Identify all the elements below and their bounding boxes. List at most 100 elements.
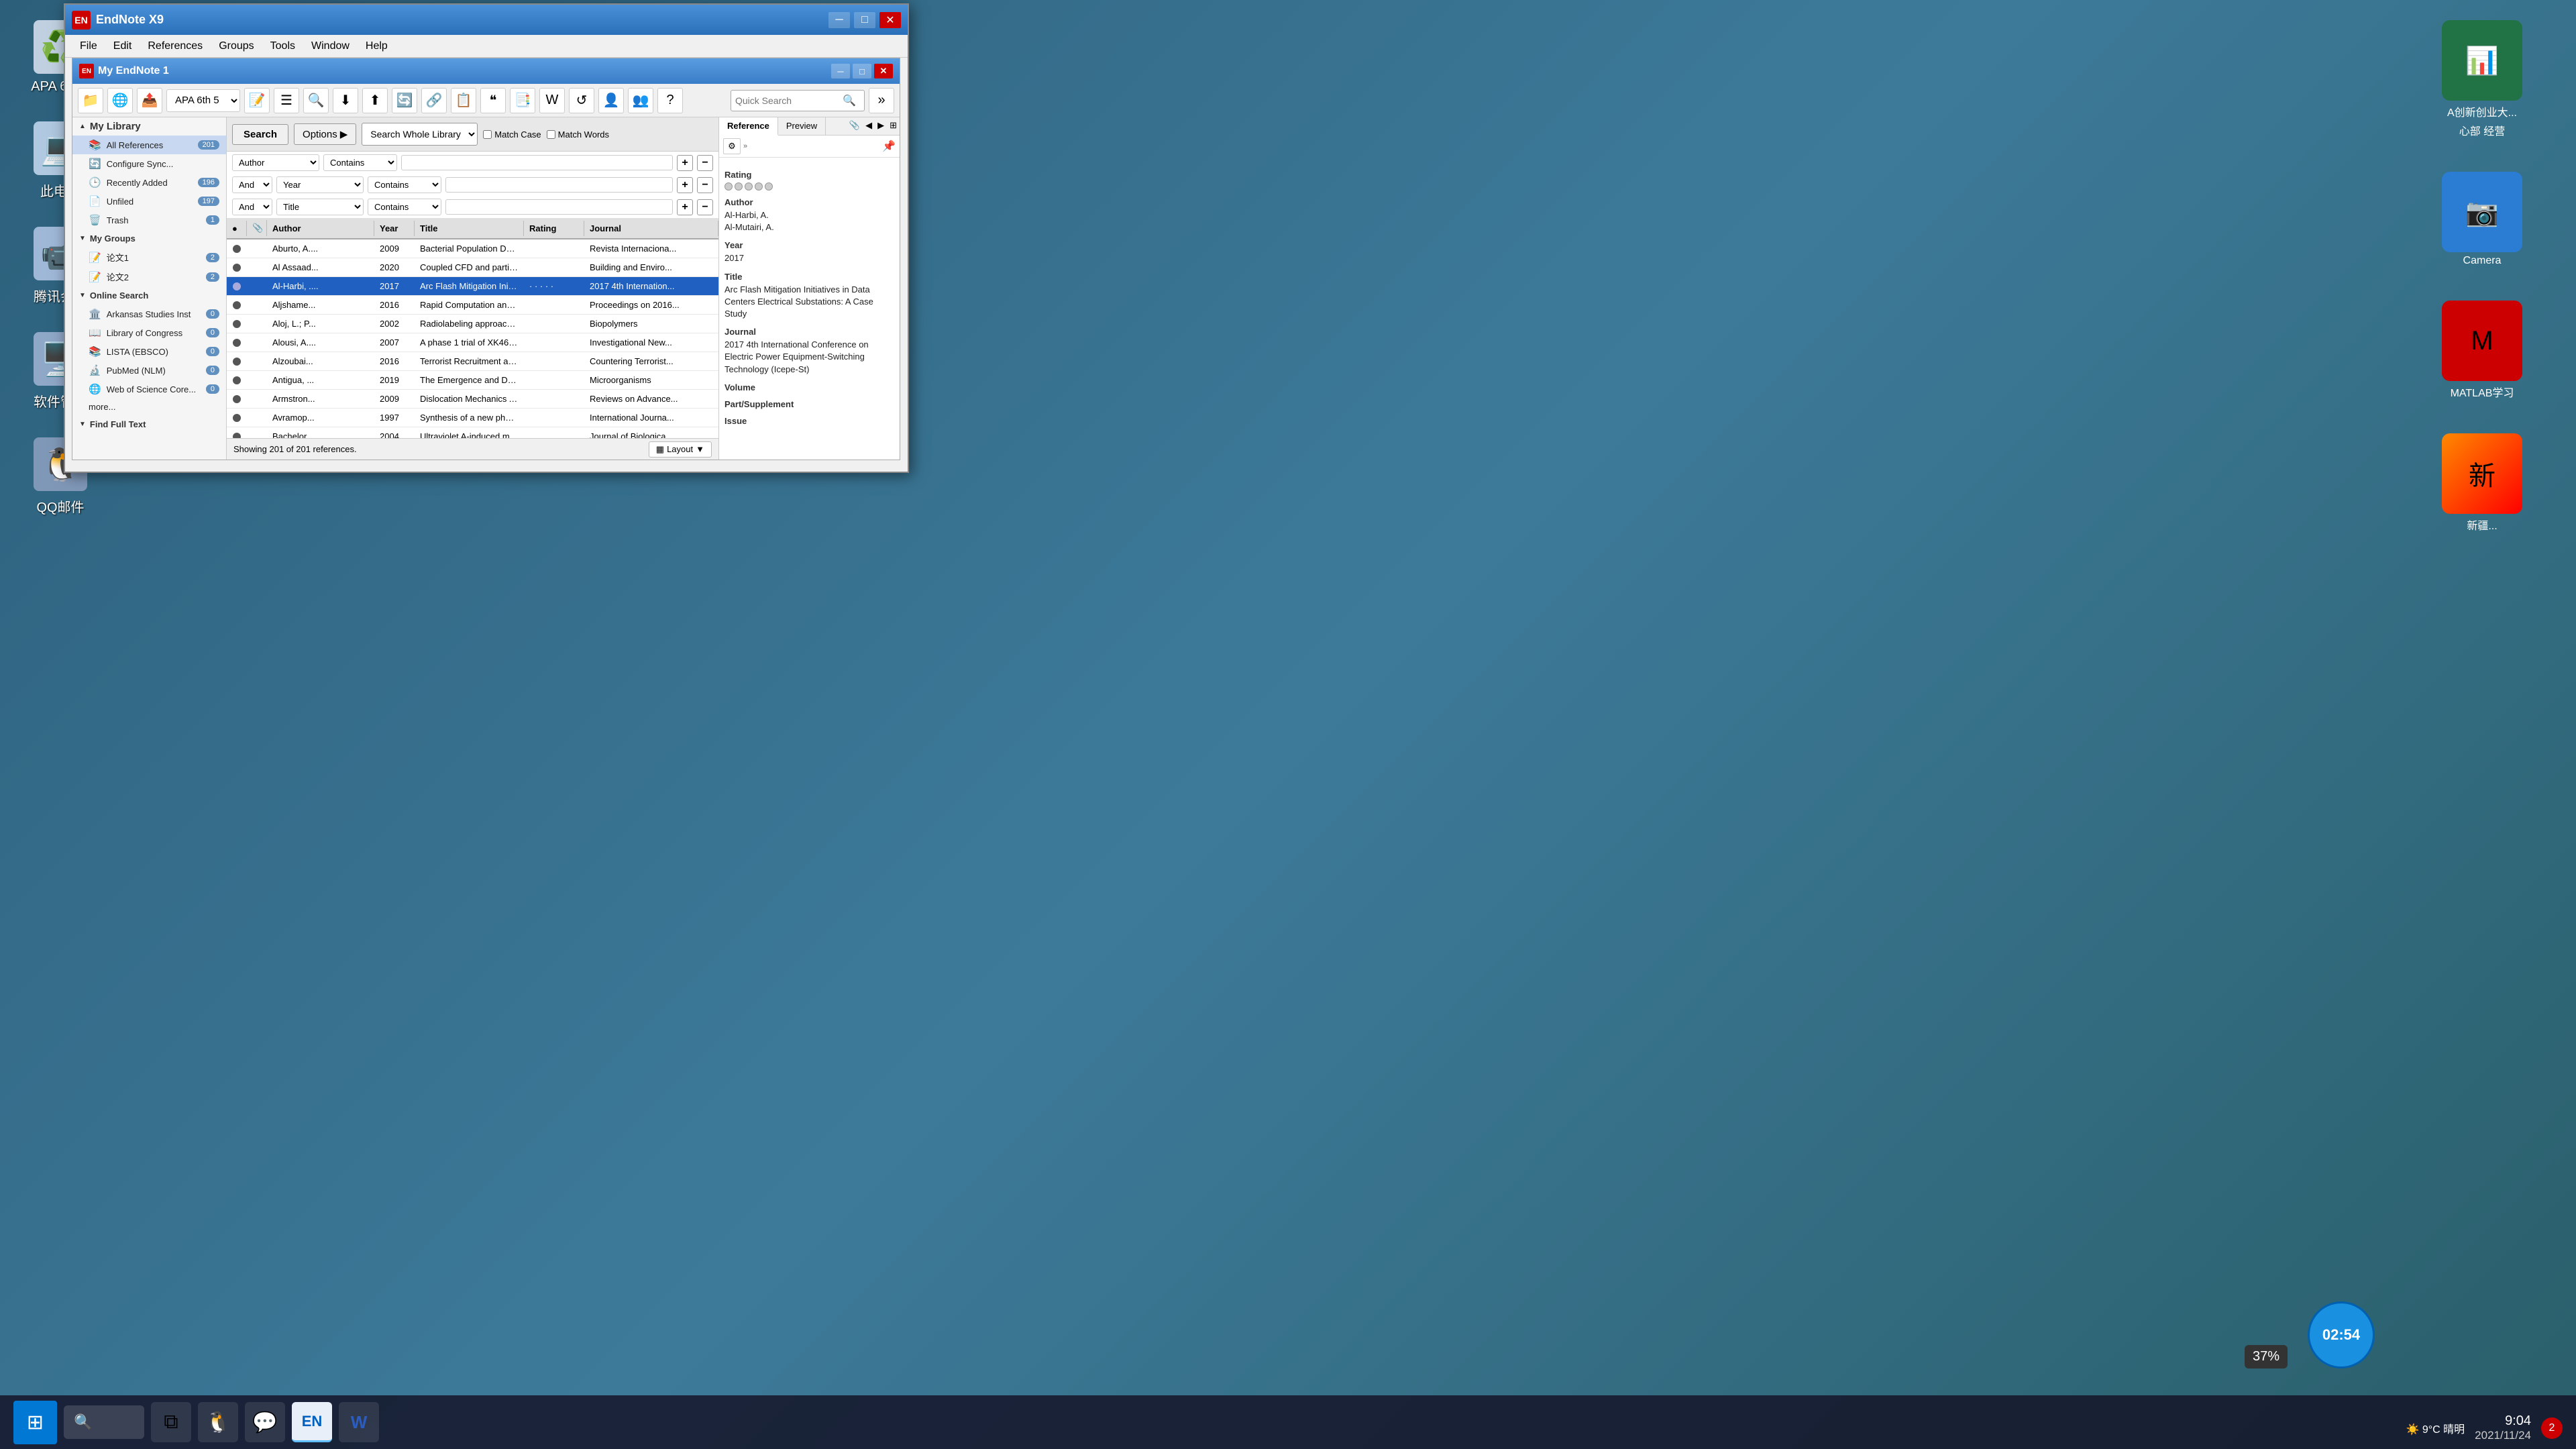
search-bool-2[interactable]: And <box>232 176 272 193</box>
table-row[interactable]: Armstron... 2009 Dislocation Mechanics A… <box>227 390 718 409</box>
toolbar-refresh[interactable]: 🔄 <box>392 88 417 113</box>
menu-edit[interactable]: Edit <box>105 38 140 55</box>
style-dropdown[interactable]: APA 6th 5 <box>166 89 240 112</box>
table-row[interactable]: Antigua, ... 2019 The Emergence and Dece… <box>227 371 718 390</box>
search-op-3[interactable]: Contains <box>368 199 441 215</box>
right-panel-nav-right[interactable]: ▶ <box>875 117 887 135</box>
taskbar-qq[interactable]: 🐧 <box>198 1402 238 1442</box>
my-groups-section[interactable]: ▼ My Groups <box>72 229 226 248</box>
find-full-text-section[interactable]: ▼ Find Full Text <box>72 415 226 433</box>
toolbar-online[interactable]: 🌐 <box>107 88 133 113</box>
search-button[interactable]: Search <box>232 124 288 145</box>
minimize-button[interactable]: ─ <box>828 12 850 28</box>
tab-reference[interactable]: Reference <box>719 117 778 136</box>
matlab-icon[interactable]: M <box>2442 301 2522 381</box>
table-row[interactable]: Aloj, L.; P... 2002 Radiolabeling approa… <box>227 315 718 333</box>
table-row[interactable]: Al Assaad... 2020 Coupled CFD and partic… <box>227 258 718 277</box>
col-header-dot[interactable]: ● <box>227 221 247 236</box>
taskbar-taskview[interactable]: ⧉ <box>151 1402 191 1442</box>
col-header-rating[interactable]: Rating <box>524 221 584 236</box>
table-row[interactable]: Alousi, A.... 2007 A phase 1 trial of XK… <box>227 333 718 352</box>
rp-toolbar-settings[interactable]: ⚙ <box>723 138 741 154</box>
sidebar-item-arkansas[interactable]: 🏛️ Arkansas Studies Inst 0 <box>72 305 226 323</box>
sidebar-item-trash[interactable]: 🗑️ Trash 1 <box>72 211 226 229</box>
toolbar-list[interactable]: ☰ <box>274 88 299 113</box>
search-value-1[interactable] <box>401 155 673 170</box>
search-add-3[interactable]: + <box>677 199 693 215</box>
toolbar-help[interactable]: ? <box>657 88 683 113</box>
quick-search-input[interactable] <box>735 95 843 106</box>
notification-badge[interactable]: 2 <box>2541 1417 2563 1439</box>
col-header-journal[interactable]: Journal <box>584 221 718 236</box>
menu-window[interactable]: Window <box>303 38 358 55</box>
menu-tools[interactable]: Tools <box>262 38 303 55</box>
toolbar-search[interactable]: 🔍 <box>303 88 329 113</box>
online-search-section[interactable]: ▼ Online Search <box>72 286 226 305</box>
taskbar-word[interactable]: W <box>339 1402 379 1442</box>
inner-minimize[interactable]: ─ <box>831 64 850 78</box>
rp-toolbar-expand[interactable]: » <box>743 142 747 150</box>
toolbar-upload[interactable]: ⬆ <box>362 88 388 113</box>
toolbar-link[interactable]: 🔗 <box>421 88 447 113</box>
toolbar-user[interactable]: 👤 <box>598 88 624 113</box>
sidebar-item-recently-added[interactable]: 🕒 Recently Added 196 <box>72 173 226 192</box>
toolbar-sync[interactable]: ↺ <box>569 88 594 113</box>
taskbar-endnote[interactable]: EN <box>292 1402 332 1442</box>
search-field-2[interactable]: Year <box>276 176 364 193</box>
toolbar-expand[interactable]: » <box>869 88 894 113</box>
table-row[interactable]: Aburto, A.... 2009 Bacterial Population … <box>227 239 718 258</box>
right-panel-attach-icon[interactable]: 📎 <box>847 117 863 135</box>
toolbar-new-ref[interactable]: 📝 <box>244 88 270 113</box>
sidebar-item-pubmed[interactable]: 🔬 PubMed (NLM) 0 <box>72 361 226 380</box>
search-bool-3[interactable]: And <box>232 199 272 215</box>
table-row[interactable]: Bachelor, ... 2004 Ultraviolet A-induced… <box>227 427 718 438</box>
table-row[interactable]: Aljshame... 2016 Rapid Computation and A… <box>227 296 718 315</box>
my-library-section[interactable]: ▲ My Library <box>72 117 226 136</box>
toolbar-folder[interactable]: 📁 <box>78 88 103 113</box>
maximize-button[interactable]: □ <box>854 12 875 28</box>
sidebar-item-loc[interactable]: 📖 Library of Congress 0 <box>72 323 226 342</box>
search-field-1[interactable]: Author <box>232 154 319 171</box>
sidebar-item-lista[interactable]: 📚 LISTA (EBSCO) 0 <box>72 342 226 361</box>
toolbar-user2[interactable]: 👥 <box>628 88 653 113</box>
inner-maximize[interactable]: □ <box>853 64 871 78</box>
close-button[interactable]: ✕ <box>879 12 901 28</box>
col-header-title[interactable]: Title <box>415 221 524 236</box>
search-remove-2[interactable]: − <box>697 177 713 193</box>
taskbar-wechat[interactable]: 💬 <box>245 1402 285 1442</box>
table-row[interactable]: Alzoubai... 2016 Terrorist Recruitment a… <box>227 352 718 371</box>
search-add-1[interactable]: + <box>677 155 693 171</box>
search-op-1[interactable]: Contains <box>323 154 397 171</box>
col-header-year[interactable]: Year <box>374 221 415 236</box>
start-button[interactable]: ⊞ <box>13 1401 57 1444</box>
col-header-author[interactable]: Author <box>267 221 374 236</box>
search-value-3[interactable] <box>445 199 673 215</box>
menu-groups[interactable]: Groups <box>211 38 262 55</box>
sidebar-item-unfiled[interactable]: 📄 Unfiled 197 <box>72 192 226 211</box>
table-row[interactable]: Al-Harbi, .... 2017 Arc Flash Mitigation… <box>227 277 718 296</box>
search-op-2[interactable]: Contains <box>368 176 441 193</box>
sidebar-item-more[interactable]: more... <box>72 398 226 415</box>
match-words-checkbox[interactable] <box>547 130 555 139</box>
search-scope-dropdown[interactable]: Search Whole Library <box>362 123 478 146</box>
toolbar-share[interactable]: 📤 <box>137 88 162 113</box>
menu-help[interactable]: Help <box>358 38 396 55</box>
quick-search-box[interactable]: 🔍 <box>731 90 865 111</box>
camera-icon[interactable]: 📷 <box>2442 172 2522 252</box>
menu-file[interactable]: File <box>72 38 105 55</box>
sidebar-item-group-1[interactable]: 📝 论文1 2 <box>72 248 226 267</box>
toolbar-cite[interactable]: 📑 <box>510 88 535 113</box>
layout-button[interactable]: ▦ Layout ▼ <box>649 441 712 458</box>
search-field-3[interactable]: Title <box>276 199 364 215</box>
rp-toolbar-pin[interactable]: 📌 <box>882 140 896 153</box>
search-add-2[interactable]: + <box>677 177 693 193</box>
toolbar-quote[interactable]: ❝ <box>480 88 506 113</box>
sidebar-item-all-references[interactable]: 📚 All References 201 <box>72 136 226 154</box>
match-case-checkbox[interactable] <box>483 130 492 139</box>
sidebar-item-configure-sync[interactable]: 🔄 Configure Sync... <box>72 154 226 173</box>
taskbar-search-button[interactable]: 🔍 <box>64 1405 144 1439</box>
search-value-2[interactable] <box>445 177 673 193</box>
right-panel-nav-left[interactable]: ◀ <box>863 117 875 135</box>
toolbar-export[interactable]: 📋 <box>451 88 476 113</box>
search-remove-3[interactable]: − <box>697 199 713 215</box>
